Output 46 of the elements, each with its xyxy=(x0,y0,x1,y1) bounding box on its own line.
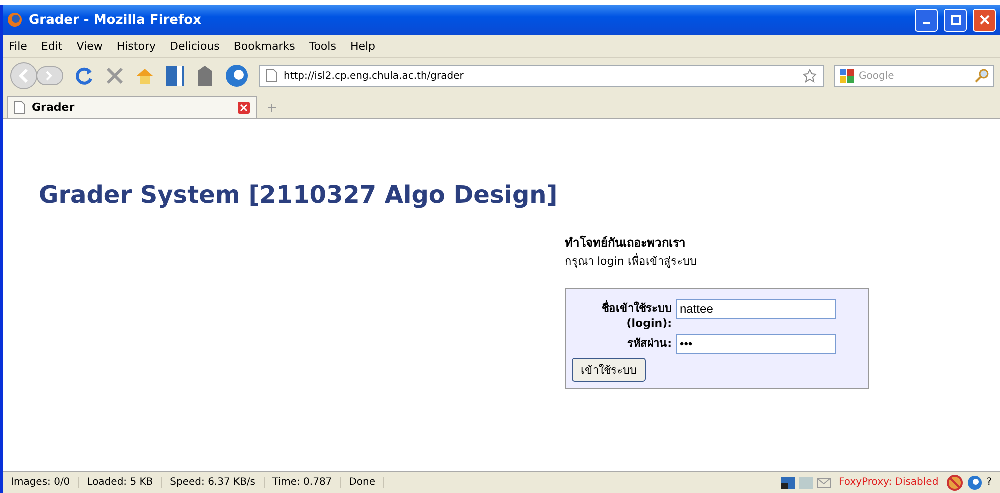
login-button[interactable]: เข้าใช้ระบบ xyxy=(572,358,646,382)
back-forward-icon[interactable] xyxy=(9,61,65,91)
blocked-icon[interactable] xyxy=(946,474,963,490)
address-field[interactable]: http://isl2.cp.eng.chula.ac.th/grader xyxy=(259,65,824,87)
status-text: Time: 0.787 xyxy=(264,477,342,488)
menu-item[interactable]: Tools xyxy=(309,40,336,52)
mail-icon[interactable] xyxy=(816,476,831,488)
status-text: Done xyxy=(341,477,384,488)
maximize-icon[interactable] xyxy=(950,15,960,25)
window-title: Grader - Mozilla Firefox xyxy=(29,12,202,28)
help-text[interactable]: ? xyxy=(986,477,992,488)
bookmark-icon[interactable] xyxy=(165,65,185,87)
instruction-text: กรุณา login เพื่อเข้าสู่ระบบ xyxy=(565,252,698,270)
menu-item[interactable]: Bookmarks xyxy=(234,40,296,52)
search-icon[interactable] xyxy=(975,69,989,83)
page-icon xyxy=(14,100,26,114)
close-button[interactable] xyxy=(973,8,996,32)
menu-item[interactable]: History xyxy=(116,40,156,52)
login-label: ชื่อเข้าใช้ระบบ (login): xyxy=(601,299,672,330)
page-heading: Grader System [2110327 Algo Design] xyxy=(39,181,559,209)
browser-tab[interactable]: Grader xyxy=(7,96,257,118)
menu-item[interactable]: Edit xyxy=(41,40,63,52)
menu-item[interactable]: File xyxy=(9,40,28,52)
stop-icon[interactable] xyxy=(105,66,125,86)
password-field[interactable]: ••• xyxy=(676,334,836,354)
search-placeholder: Google xyxy=(859,70,896,82)
tag-icon[interactable] xyxy=(195,65,215,87)
status-text: Loaded: 5 KB xyxy=(79,477,162,488)
menu-item[interactable]: View xyxy=(76,40,103,52)
window-icon[interactable] xyxy=(780,476,795,488)
menu-item[interactable]: Delicious xyxy=(170,40,220,52)
password-label: รหัสผ่าน: xyxy=(626,336,672,352)
status-text: Speed: 6.37 KB/s xyxy=(162,477,265,488)
status-text: Images: 0/0 xyxy=(3,477,80,488)
proxy-status[interactable]: FoxyProxy: Disabled xyxy=(838,477,939,488)
minimize-button[interactable] xyxy=(915,8,938,32)
maximize-button[interactable] xyxy=(944,8,967,32)
reload-icon[interactable] xyxy=(75,66,95,86)
url-text: http://isl2.cp.eng.chula.ac.th/grader xyxy=(284,70,465,82)
star-icon[interactable] xyxy=(803,69,817,83)
page-icon xyxy=(266,69,278,83)
close-tab-icon[interactable] xyxy=(238,102,250,114)
menu-item[interactable]: Help xyxy=(350,40,376,52)
login-field[interactable]: nattee xyxy=(676,299,836,319)
close-icon[interactable] xyxy=(980,15,990,25)
greeting-text: ทำโจทย์กันเถอะพวกเรา xyxy=(565,234,687,252)
